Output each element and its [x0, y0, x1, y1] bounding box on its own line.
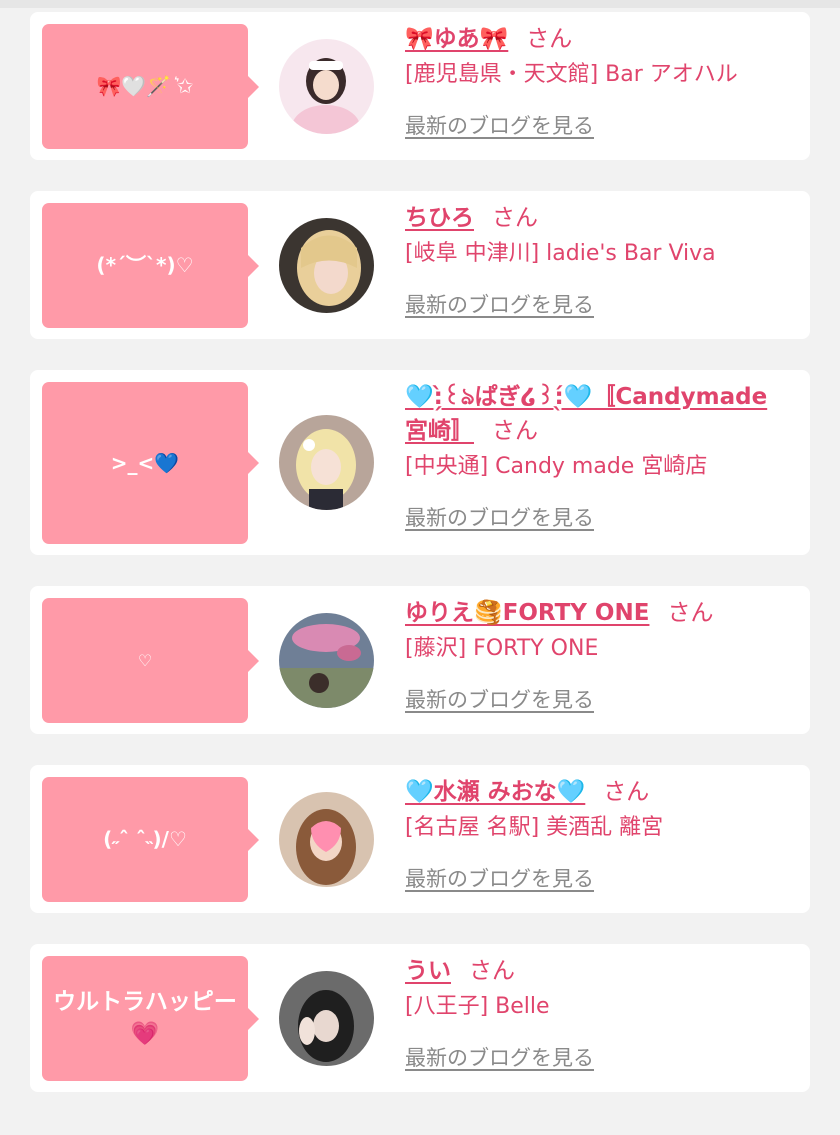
shop-info: [藤沢] FORTY ONE — [405, 636, 599, 661]
shop-info: [鹿児島県・天文館] Bar アオハル — [405, 62, 738, 87]
list-item[interactable]: ウルトラハッピー💗 うい さん [八王子] Belle 最新のブログを見る — [30, 944, 810, 1092]
avatar[interactable] — [279, 218, 374, 313]
list-item[interactable]: (˶ˆ ˆ˵)/♡ 🩵水瀬 みおな🩵 さん [名古屋 名駅] 美酒乱 離宮 最新の… — [30, 765, 810, 913]
honorific: さん — [469, 958, 515, 984]
honorific: さん — [492, 205, 538, 231]
honorific: さん — [526, 26, 573, 52]
shop-info: [岐阜 中津川] ladie's Bar Viva — [405, 241, 716, 266]
comment-text: (*´︶`*)♡ — [96, 253, 194, 277]
comment-text: >_<💙 — [110, 450, 180, 475]
girl-name-link[interactable]: 🩵水瀬 みおな🩵 — [405, 779, 585, 805]
comment-bubble: >_<💙 — [42, 382, 259, 544]
latest-blog-link[interactable]: 最新のブログを見る — [405, 684, 594, 714]
list-item[interactable]: ♡ ゆりえ🥞FORTY ONE さん [藤沢] FORTY ONE 最新のブログを… — [30, 586, 810, 734]
latest-blog-link[interactable]: 最新のブログを見る — [405, 502, 594, 532]
comment-text: 🎀🤍🪄 ͛✩ — [96, 74, 194, 98]
shop-info: [名古屋 名駅] 美酒乱 離宮 — [405, 815, 664, 840]
shop-info: [八王子] Belle — [405, 994, 550, 1019]
latest-blog-link[interactable]: 最新のブログを見る — [405, 289, 594, 319]
avatar[interactable] — [279, 39, 374, 134]
girl-name-link[interactable]: ゆりえ🥞FORTY ONE — [405, 600, 649, 626]
comment-bubble: (*´︶`*)♡ — [42, 203, 259, 328]
honorific: さん — [492, 418, 538, 444]
avatar[interactable] — [279, 792, 374, 887]
latest-blog-link[interactable]: 最新のブログを見る — [405, 110, 594, 140]
comment-bubble: ♡ — [42, 598, 259, 723]
girl-name-link[interactable]: 🩵:̗̀꒰ঌぱぎ໒꒱:̖́🩵〚Candymade宮崎〛 — [405, 384, 767, 444]
honorific: さん — [603, 779, 650, 805]
comment-text: ウルトラハッピー💗 — [53, 989, 237, 1047]
latest-blog-link[interactable]: 最新のブログを見る — [405, 1042, 594, 1072]
comment-bubble: 🎀🤍🪄 ͛✩ — [42, 24, 259, 149]
list-item[interactable]: (*´︶`*)♡ ちひろ さん [岐阜 中津川] ladie's Bar Viva… — [30, 191, 810, 339]
comment-bubble: ウルトラハッピー💗 — [42, 956, 259, 1081]
honorific: さん — [667, 600, 714, 626]
comment-bubble: (˶ˆ ˆ˵)/♡ — [42, 777, 259, 902]
girl-name-link[interactable]: うい — [405, 958, 451, 984]
shop-info: [中央通] Candy made 宮崎店 — [405, 454, 708, 479]
girl-name-link[interactable]: 🎀ゆあ🎀 — [405, 26, 508, 52]
avatar[interactable] — [279, 613, 374, 708]
girl-name-link[interactable]: ちひろ — [405, 205, 474, 231]
comment-text: ♡ — [137, 650, 153, 670]
latest-blog-link[interactable]: 最新のブログを見る — [405, 863, 594, 893]
avatar[interactable] — [279, 971, 374, 1066]
list-item[interactable]: 🎀🤍🪄 ͛✩ 🎀ゆあ🎀 さん [鹿児島県・天文館] Bar アオハル 最新のブログ… — [30, 12, 810, 160]
top-divider — [0, 0, 840, 8]
girl-blog-list: 🎀🤍🪄 ͛✩ 🎀ゆあ🎀 さん [鹿児島県・天文館] Bar アオハル 最新のブログ… — [30, 12, 810, 1123]
list-item[interactable]: >_<💙 🩵:̗̀꒰ঌぱぎ໒꒱:̖́🩵〚Candymade宮崎〛 さん [中央通]… — [30, 370, 810, 555]
avatar[interactable] — [279, 415, 374, 510]
comment-text: (˶ˆ ˆ˵)/♡ — [103, 827, 187, 851]
